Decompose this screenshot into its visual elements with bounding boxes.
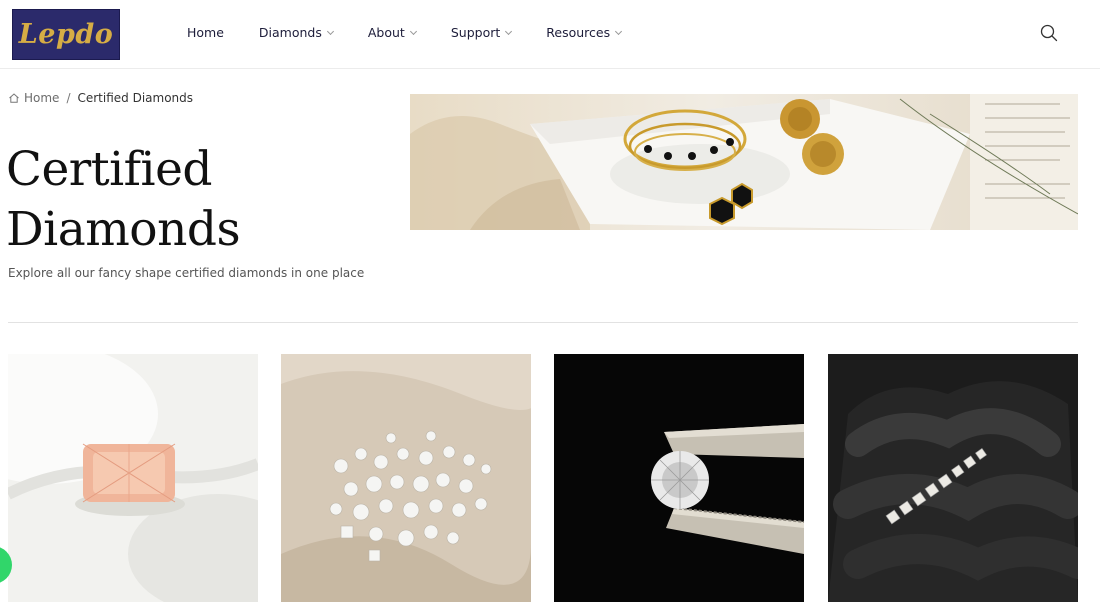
product-image [828, 354, 1078, 602]
search-icon [1040, 24, 1058, 42]
chevron-down-icon [615, 27, 623, 35]
breadcrumb-current: Certified Diamonds [77, 91, 194, 105]
chevron-down-icon [409, 27, 417, 35]
nav-resources[interactable]: Resources [546, 25, 623, 40]
nav-support[interactable]: Support [450, 25, 513, 40]
section-divider [8, 322, 1078, 323]
chevron-down-icon [326, 27, 334, 35]
breadcrumb-separator: / [66, 91, 71, 105]
nav-diamonds[interactable]: Diamonds [258, 25, 334, 40]
site-header: Lepdo Home Diamonds About Support Resour… [0, 0, 1100, 69]
page-title: Certified Diamonds [6, 142, 241, 257]
nav-diamonds-label: Diamonds [258, 25, 322, 40]
brand-logo[interactable]: Lepdo [12, 9, 120, 60]
home-icon [9, 93, 19, 103]
page-subtitle: Explore all our fancy shape certified di… [8, 266, 365, 280]
hero-banner-image [410, 94, 1078, 230]
product-image [554, 354, 804, 602]
product-image [8, 354, 258, 602]
nav-support-label: Support [450, 25, 501, 40]
breadcrumb-home-link[interactable]: Home [24, 91, 59, 105]
product-image [281, 354, 531, 602]
product-card-loose-diamonds[interactable] [281, 354, 531, 602]
search-button[interactable] [1039, 23, 1059, 43]
product-card-round-diamond[interactable] [554, 354, 804, 602]
product-card-pink-diamond[interactable] [8, 354, 258, 602]
nav-home-label: Home [187, 25, 224, 40]
product-card-diamond-bracelet[interactable] [828, 354, 1078, 602]
nav-about-label: About [367, 25, 405, 40]
logo-text: Lepdo [18, 19, 114, 50]
main-nav: Home Diamonds About Support Resources [187, 25, 623, 40]
nav-resources-label: Resources [546, 25, 611, 40]
nav-home[interactable]: Home [187, 25, 224, 40]
nav-about[interactable]: About [367, 25, 417, 40]
chevron-down-icon [505, 27, 513, 35]
breadcrumb: Home / Certified Diamonds [8, 91, 193, 105]
